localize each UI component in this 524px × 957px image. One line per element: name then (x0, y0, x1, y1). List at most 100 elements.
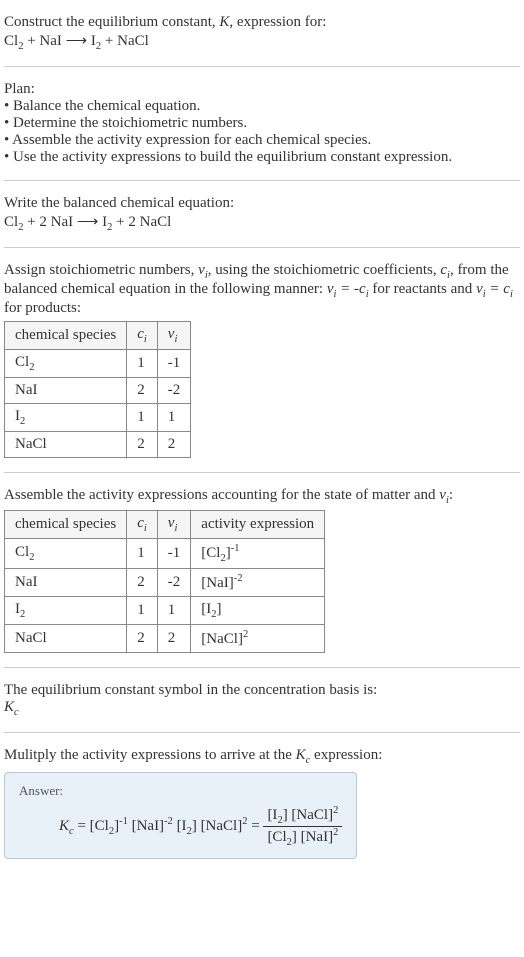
plan-bullet: • Balance the chemical equation. (4, 98, 520, 115)
col-ci: ci (127, 322, 158, 350)
multiply-text: Mulitply the activity expressions to arr… (4, 747, 520, 766)
kc: Kc (296, 747, 311, 763)
col-species: chemical species (5, 511, 127, 539)
answer-box: Answer: Kc = [Cl2]-1 [NaI]-2 [I2] [NaCl]… (4, 772, 357, 859)
cell-c: 1 (127, 404, 158, 432)
symbol-section: The equilibrium constant symbol in the c… (4, 676, 520, 724)
table-header-row: chemical species ci νi (5, 322, 191, 350)
plan-heading: Plan: (4, 81, 520, 98)
assign-section: Assign stoichiometric numbers, νi, using… (4, 256, 520, 464)
table-header-row: chemical species ci νi activity expressi… (5, 511, 325, 539)
text: , using the stoichiometric coefficients, (208, 262, 441, 278)
cell-activity: [NaI]-2 (191, 569, 325, 597)
term: [I2] (177, 818, 197, 834)
text: for products: (4, 300, 81, 316)
text: for reactants and (369, 281, 476, 297)
cell-c: 2 (127, 569, 158, 597)
col-nui: νi (157, 322, 191, 350)
table-row: NaI 2 -2 [NaI]-2 (5, 569, 325, 597)
divider (4, 180, 520, 181)
intro-section: Construct the equilibrium constant, K, e… (4, 8, 520, 58)
multiply-section: Mulitply the activity expressions to arr… (4, 741, 520, 865)
balanced-section: Write the balanced chemical equation: Cl… (4, 189, 520, 239)
intro-text: Construct the equilibrium constant, (4, 14, 219, 30)
balanced-heading: Write the balanced chemical equation: (4, 195, 520, 212)
col-species: chemical species (5, 322, 127, 350)
cell-activity: [Cl2]-1 (191, 539, 325, 569)
cell-nu: 1 (157, 404, 191, 432)
text: expression: (310, 747, 382, 763)
nu-i: νi (439, 487, 449, 503)
cell-species: I2 (5, 597, 127, 625)
intro-text-suffix: , expression for: (229, 14, 326, 30)
cell-nu: 1 (157, 597, 191, 625)
balanced-equation: Cl2 + 2 NaI ⟶ I2 + 2 NaCl (4, 212, 520, 233)
activity-table: chemical species ci νi activity expressi… (4, 510, 325, 653)
cell-c: 1 (127, 597, 158, 625)
text: Assign stoichiometric numbers, (4, 262, 198, 278)
cell-nu: 2 (157, 432, 191, 458)
cell-species: Cl2 (5, 350, 127, 378)
cell-c: 1 (127, 539, 158, 569)
divider (4, 732, 520, 733)
cell-c: 1 (127, 350, 158, 378)
unbalanced-equation: Cl2 + NaI ⟶ I2 + NaCl (4, 31, 520, 52)
cell-c: 2 (127, 625, 158, 653)
col-nui: νi (157, 511, 191, 539)
term: [NaI]-2 (132, 818, 173, 834)
plan-section: Plan: • Balance the chemical equation. •… (4, 75, 520, 172)
divider (4, 66, 520, 67)
cell-activity: [NaCl]2 (191, 625, 325, 653)
plan-bullet: • Assemble the activity expression for e… (4, 132, 520, 149)
term: [NaCl]2 (201, 818, 248, 834)
plan-bullet: • Determine the stoichiometric numbers. (4, 115, 520, 132)
cell-species: Cl2 (5, 539, 127, 569)
nu-i: νi (198, 262, 208, 278)
c-i: ci (440, 262, 450, 278)
equals: = (77, 818, 89, 834)
table-row: Cl2 1 -1 [Cl2]-1 (5, 539, 325, 569)
cell-c: 2 (127, 432, 158, 458)
table-row: Cl2 1 -1 (5, 350, 191, 378)
col-ci: ci (127, 511, 158, 539)
cell-nu: -1 (157, 350, 191, 378)
cell-species: NaCl (5, 625, 127, 653)
cell-species: NaCl (5, 432, 127, 458)
assemble-text: Assemble the activity expressions accoun… (4, 487, 520, 506)
term: [Cl2]-1 (90, 818, 128, 834)
divider (4, 472, 520, 473)
assemble-section: Assemble the activity expressions accoun… (4, 481, 520, 659)
symbol-text: The equilibrium constant symbol in the c… (4, 682, 520, 699)
cell-species: NaI (5, 569, 127, 597)
kc-symbol: Kc (4, 699, 520, 718)
table-row: I2 1 1 (5, 404, 191, 432)
answer-equation: Kc = [Cl2]-1 [NaI]-2 [I2] [NaCl]2 = [I2]… (19, 805, 342, 848)
text: Mulitply the activity expressions to arr… (4, 747, 296, 763)
numerator: [I2] [NaCl]2 (263, 805, 342, 827)
plan-bullet: • Use the activity expressions to build … (4, 149, 520, 166)
equals: = (251, 818, 263, 834)
cell-activity: [I2] (191, 597, 325, 625)
cell-nu: -1 (157, 539, 191, 569)
cell-nu: -2 (157, 378, 191, 404)
table-row: NaCl 2 2 [NaCl]2 (5, 625, 325, 653)
relation: νi = -ci (327, 281, 369, 297)
cell-species: NaI (5, 378, 127, 404)
stoichiometry-table: chemical species ci νi Cl2 1 -1 NaI 2 -2… (4, 321, 191, 458)
col-activity: activity expression (191, 511, 325, 539)
table-row: I2 1 1 [I2] (5, 597, 325, 625)
k-symbol: K (219, 14, 229, 30)
denominator: [Cl2] [NaI]2 (263, 827, 342, 848)
cell-species: I2 (5, 404, 127, 432)
divider (4, 247, 520, 248)
text: Assemble the activity expressions accoun… (4, 487, 439, 503)
table-row: NaCl 2 2 (5, 432, 191, 458)
table-row: NaI 2 -2 (5, 378, 191, 404)
cell-nu: -2 (157, 569, 191, 597)
text: : (449, 487, 453, 503)
answer-label: Answer: (19, 783, 342, 799)
cell-c: 2 (127, 378, 158, 404)
assign-text: Assign stoichiometric numbers, νi, using… (4, 262, 520, 317)
kc: Kc (59, 818, 74, 834)
fraction: [I2] [NaCl]2 [Cl2] [NaI]2 (263, 805, 342, 848)
